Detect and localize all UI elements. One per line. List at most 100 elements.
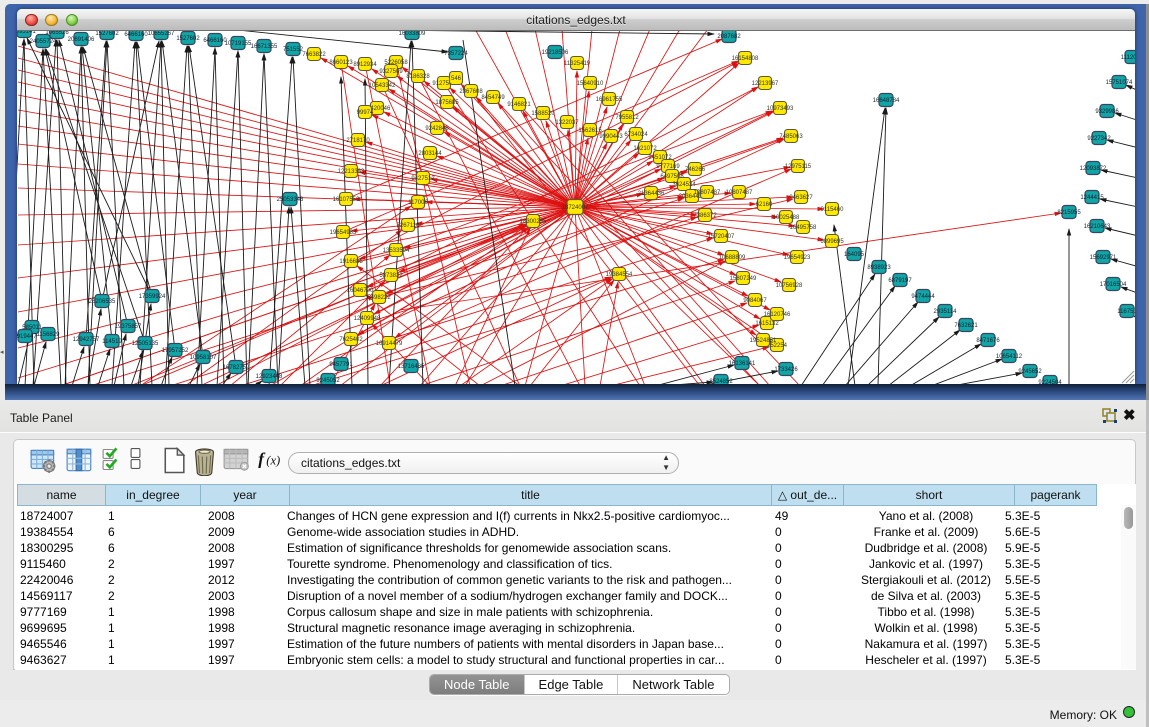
svg-text:1615132: 1615132 [755,321,779,327]
svg-text:8186328: 8186328 [406,74,430,80]
svg-text:9474444: 9474444 [911,294,935,300]
svg-text:16154808: 16154808 [732,56,759,62]
svg-text:25053346: 25053346 [277,197,304,203]
svg-text:9329986: 9329986 [1095,109,1119,115]
svg-text:12213967: 12213967 [752,81,779,87]
svg-text:9427512: 9427512 [411,176,435,182]
svg-text:6879197: 6879197 [888,278,912,284]
svg-text:6466160: 6466160 [124,32,148,38]
svg-text:10543342: 10543342 [369,83,396,89]
svg-text:8912934: 8912934 [353,62,377,68]
svg-text:19218506: 19218506 [542,50,569,56]
svg-text:6899695: 6899695 [820,239,844,245]
svg-text:10025488: 10025488 [773,215,800,221]
svg-text:16033809: 16033809 [399,31,426,37]
svg-text:21364436: 21364436 [638,191,665,197]
svg-text:16671355: 16671355 [251,44,278,50]
svg-text:17016504: 17016504 [1100,282,1127,288]
svg-text:7955812: 7955812 [615,115,639,121]
svg-text:19654923: 19654923 [784,255,811,261]
svg-text:19384554: 19384554 [606,272,633,278]
svg-text:9245052: 9245052 [316,378,340,384]
svg-text:9327509: 9327509 [379,69,403,75]
svg-text:16914479: 16914479 [376,341,403,347]
svg-text:15751074: 15751074 [1106,80,1133,86]
svg-text:(x): (x) [266,453,280,467]
svg-text:1112045: 1112045 [1121,55,1135,61]
svg-text:1322037: 1322037 [555,120,579,126]
svg-text:1588520: 1588520 [531,111,555,117]
svg-text:17957252: 17957252 [162,348,189,354]
svg-text:8454749: 8454749 [481,95,505,101]
svg-text:7625402: 7625402 [339,337,363,343]
svg-text:8471676: 8471676 [976,338,1000,344]
svg-text:11325419: 11325419 [564,61,591,67]
svg-text:6734024: 6734024 [624,132,648,138]
svg-text:746266: 746266 [685,167,706,173]
svg-text:9245652: 9245652 [1018,369,1042,375]
svg-text:3267110: 3267110 [397,223,421,229]
svg-text:8215955: 8215955 [1057,210,1081,216]
svg-text:1527602: 1527602 [95,31,119,37]
svg-text:114519: 114519 [102,339,122,345]
svg-text:1875685: 1875685 [435,100,459,106]
svg-text:546: 546 [451,76,462,82]
svg-text:18724007: 18724007 [562,205,589,211]
svg-text:19654983: 19654983 [330,230,357,236]
svg-text:10807487: 10807487 [694,190,721,196]
svg-text:17359924: 17359924 [139,294,166,300]
svg-text:16120746: 16120746 [764,312,791,318]
svg-text:1916685: 1916685 [339,259,363,265]
svg-text:10958107: 10958107 [190,355,217,361]
svg-text:117006: 117006 [408,200,428,206]
svg-text:12505135: 12505135 [132,341,159,347]
svg-text:15807249: 15807249 [730,276,757,282]
svg-text:10688809: 10688809 [719,255,746,261]
svg-text:16495758: 16495758 [790,225,817,231]
svg-text:13716485: 13716485 [398,364,425,370]
svg-text:1919447: 1919447 [17,334,37,340]
svg-text:8660123: 8660123 [329,60,353,66]
svg-text:2935114: 2935114 [934,309,958,315]
svg-text:15640910: 15640910 [577,81,604,87]
svg-text:2867608: 2867608 [459,89,483,95]
svg-text:7485063: 7485063 [779,134,803,140]
svg-text:1621072: 1621072 [633,146,657,152]
svg-text:1065526: 1065526 [45,31,69,36]
svg-text:12923448: 12923448 [256,374,283,380]
svg-text:3624534: 3624534 [672,182,696,188]
svg-text:116753: 116753 [1117,309,1135,315]
svg-text:62160: 62160 [756,202,773,208]
svg-text:26206535: 26206535 [89,299,116,305]
svg-text:9227342: 9227342 [1087,136,1111,142]
svg-text:9777169: 9777169 [656,164,680,170]
svg-text:16136141: 16136141 [729,361,756,367]
svg-text:19375857: 19375857 [115,324,142,330]
svg-text:24055724: 24055724 [30,39,57,45]
svg-text:164095: 164095 [844,252,865,258]
svg-text:12093872: 12093872 [1080,166,1107,172]
svg-text:7663822: 7663822 [302,52,326,58]
svg-text:2718170: 2718170 [346,138,370,144]
svg-text:16961755: 16961755 [596,97,623,103]
svg-text:15720407: 15720407 [708,234,735,240]
svg-text:18300295: 18300295 [520,219,547,225]
svg-text:10973493: 10973493 [767,106,794,112]
svg-text:16107553: 16107553 [333,197,360,203]
svg-text:7386372: 7386372 [693,213,717,219]
svg-text:f: f [258,449,266,468]
svg-text:751552: 751552 [283,47,304,53]
svg-text:99974: 99974 [357,110,374,116]
svg-text:12942757: 12942757 [73,337,100,343]
svg-text:1733426: 1733426 [774,367,798,373]
svg-text:12213383: 12213383 [338,169,365,175]
svg-text:10655267: 10655267 [148,31,175,37]
svg-text:16648784: 16648784 [873,98,900,104]
svg-text:9146821: 9146821 [507,102,531,108]
svg-text:2087682: 2087682 [717,34,741,40]
svg-text:9463627: 9463627 [789,195,813,201]
svg-text:9115460: 9115460 [821,207,845,213]
svg-text:5873832: 5873832 [379,273,403,279]
svg-text:1156829: 1156829 [37,332,61,338]
svg-text:12409948: 12409948 [354,316,381,322]
